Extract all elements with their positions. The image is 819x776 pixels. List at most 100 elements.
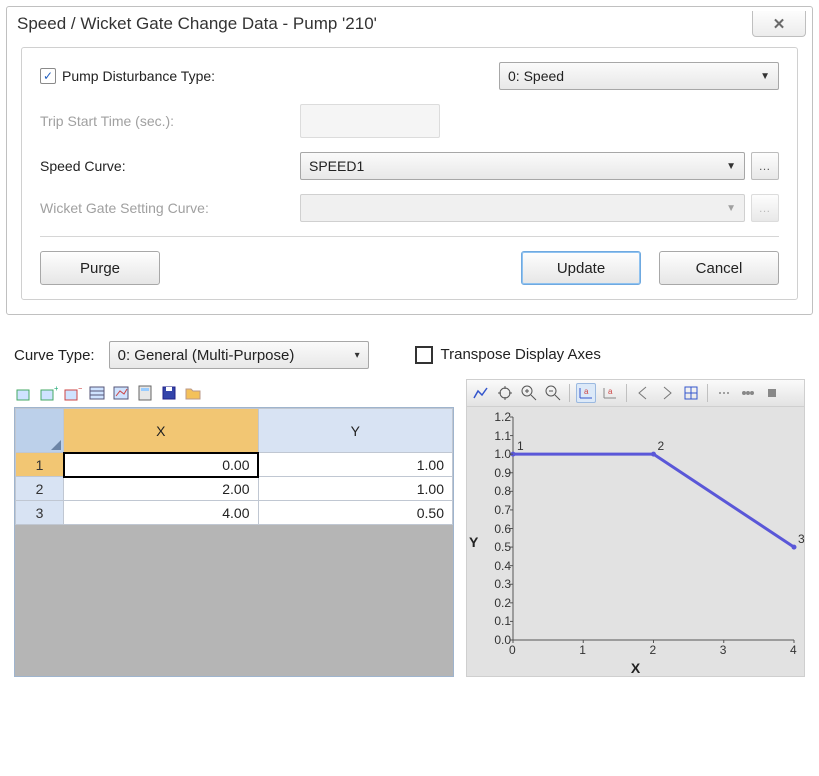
speed-curve-value: SPEED1 bbox=[309, 158, 364, 174]
dialog-button-row: Purge Update Cancel bbox=[40, 251, 779, 285]
trip-start-label: Trip Start Time (sec.): bbox=[40, 113, 300, 129]
xtick: 2 bbox=[650, 643, 657, 657]
cell-y[interactable]: 0.50 bbox=[258, 501, 453, 525]
cell-y[interactable]: 1.00 bbox=[258, 453, 453, 477]
chart-axes: 123 bbox=[513, 417, 794, 640]
edit-chart-icon[interactable] bbox=[112, 384, 130, 402]
chart-xlabel: X bbox=[631, 660, 640, 676]
chart-ylabel: Y bbox=[469, 534, 478, 550]
xtick: 1 bbox=[579, 643, 586, 657]
trip-start-input bbox=[300, 104, 440, 138]
ytick: 0.2 bbox=[481, 596, 511, 610]
column-header-y[interactable]: Y bbox=[258, 409, 453, 453]
ytick: 1.1 bbox=[481, 429, 511, 443]
data-grid-wrap: X Y 10.001.0022.001.0034.000.50 bbox=[14, 407, 454, 677]
column-header-x[interactable]: X bbox=[64, 409, 259, 453]
toolbar-separator bbox=[707, 384, 708, 402]
zoom-out-icon[interactable] bbox=[543, 383, 563, 403]
close-icon: ✕ bbox=[773, 15, 786, 33]
auto-scale-y-icon[interactable]: a bbox=[600, 383, 620, 403]
cell-y[interactable]: 1.00 bbox=[258, 477, 453, 501]
speed-wicket-dialog: Speed / Wicket Gate Change Data - Pump '… bbox=[6, 6, 813, 315]
row-header[interactable]: 2 bbox=[16, 477, 64, 501]
auto-scale-x-icon[interactable]: a bbox=[576, 383, 596, 403]
pump-disturbance-select[interactable]: 0: Speed ▼ bbox=[499, 62, 779, 90]
toolbar-separator bbox=[626, 384, 627, 402]
row-header[interactable]: 3 bbox=[16, 501, 64, 525]
update-button[interactable]: Update bbox=[521, 251, 641, 285]
cell-x[interactable]: 0.00 bbox=[64, 453, 259, 477]
transpose-label: Transpose Display Axes bbox=[441, 346, 601, 363]
svg-text:+: + bbox=[54, 384, 58, 393]
stop-icon[interactable] bbox=[762, 383, 782, 403]
editor-top-row: Curve Type: 0: General (Multi-Purpose) ▾… bbox=[14, 341, 805, 369]
fit-icon[interactable] bbox=[681, 383, 701, 403]
chevron-down-icon: ▼ bbox=[726, 203, 736, 214]
chart-plot: 123 bbox=[513, 417, 794, 640]
append-row-icon[interactable]: + bbox=[40, 384, 58, 402]
pump-disturbance-checkbox[interactable]: ✓ bbox=[40, 68, 56, 84]
cell-x[interactable]: 2.00 bbox=[64, 477, 259, 501]
zoom-in-icon[interactable] bbox=[519, 383, 539, 403]
ytick: 0.9 bbox=[481, 466, 511, 480]
svg-text:−: − bbox=[78, 384, 82, 393]
transpose-axes-control[interactable]: Transpose Display Axes bbox=[415, 346, 601, 364]
row-header[interactable]: 1 bbox=[16, 453, 64, 477]
toolbar-separator bbox=[569, 384, 570, 402]
pump-disturbance-label-col: ✓ Pump Disturbance Type: bbox=[40, 68, 300, 84]
pump-disturbance-value: 0: Speed bbox=[508, 68, 564, 84]
save-icon[interactable] bbox=[160, 384, 178, 402]
transpose-checkbox[interactable] bbox=[415, 346, 433, 364]
curve-type-value: 0: General (Multi-Purpose) bbox=[118, 347, 295, 364]
purge-button[interactable]: Purge bbox=[40, 251, 160, 285]
dialog-body: ✓ Pump Disturbance Type: 0: Speed ▼ Trip… bbox=[21, 47, 798, 300]
curve-chart[interactable]: Y X 123 0.00.10.20.30.40.50.60.70.80.91.… bbox=[466, 407, 805, 677]
curve-editor: Curve Type: 0: General (Multi-Purpose) ▾… bbox=[14, 341, 805, 677]
wicket-gate-browse-button: … bbox=[751, 194, 779, 222]
table-pane: + − X Y bbox=[14, 379, 454, 677]
pan-icon[interactable] bbox=[495, 383, 515, 403]
wicket-gate-label: Wicket Gate Setting Curve: bbox=[40, 200, 300, 216]
table-row[interactable]: 34.000.50 bbox=[16, 501, 453, 525]
data-grid[interactable]: X Y 10.001.0022.001.0034.000.50 bbox=[14, 407, 454, 677]
chart-line-icon[interactable] bbox=[471, 383, 491, 403]
ytick: 0.5 bbox=[481, 540, 511, 554]
calc-icon[interactable] bbox=[136, 384, 154, 402]
grid-corner[interactable] bbox=[16, 409, 64, 453]
next-icon[interactable] bbox=[657, 383, 677, 403]
open-icon[interactable] bbox=[184, 384, 202, 402]
delete-row-icon[interactable]: − bbox=[64, 384, 82, 402]
wicket-gate-select: ▼ bbox=[300, 194, 745, 222]
cancel-button[interactable]: Cancel bbox=[659, 251, 779, 285]
chart-toolbar: a a bbox=[466, 379, 805, 407]
curve-type-select[interactable]: 0: General (Multi-Purpose) ▾ bbox=[109, 341, 369, 369]
svg-text:a: a bbox=[584, 387, 589, 396]
row-speed-curve: Speed Curve: SPEED1 ▼ … bbox=[40, 152, 779, 180]
cell-x[interactable]: 4.00 bbox=[64, 501, 259, 525]
table-row[interactable]: 10.001.00 bbox=[16, 453, 453, 477]
marker-small-icon[interactable] bbox=[714, 383, 734, 403]
row-pump-disturbance: ✓ Pump Disturbance Type: 0: Speed ▼ bbox=[40, 62, 779, 90]
ytick: 0.1 bbox=[481, 614, 511, 628]
titlebar: Speed / Wicket Gate Change Data - Pump '… bbox=[7, 7, 812, 41]
ytick: 1.0 bbox=[481, 447, 511, 461]
close-button[interactable]: ✕ bbox=[752, 11, 806, 37]
chevron-down-icon: ▼ bbox=[726, 161, 736, 172]
ytick: 0.7 bbox=[481, 503, 511, 517]
curve-type-label: Curve Type: bbox=[14, 347, 95, 364]
speed-curve-select[interactable]: SPEED1 ▼ bbox=[300, 152, 745, 180]
pump-disturbance-label: Pump Disturbance Type: bbox=[62, 68, 215, 84]
table-icon[interactable] bbox=[88, 384, 106, 402]
insert-row-icon[interactable] bbox=[16, 384, 34, 402]
speed-curve-browse-button[interactable]: … bbox=[751, 152, 779, 180]
prev-icon[interactable] bbox=[633, 383, 653, 403]
table-toolbar: + − bbox=[14, 379, 454, 407]
editor-body: + − X Y bbox=[14, 379, 805, 677]
marker-large-icon[interactable] bbox=[738, 383, 758, 403]
ytick: 0.6 bbox=[481, 522, 511, 536]
xtick: 3 bbox=[720, 643, 727, 657]
xtick: 4 bbox=[790, 643, 797, 657]
ytick: 0.3 bbox=[481, 577, 511, 591]
table-row[interactable]: 22.001.00 bbox=[16, 477, 453, 501]
ytick: 0.0 bbox=[481, 633, 511, 647]
